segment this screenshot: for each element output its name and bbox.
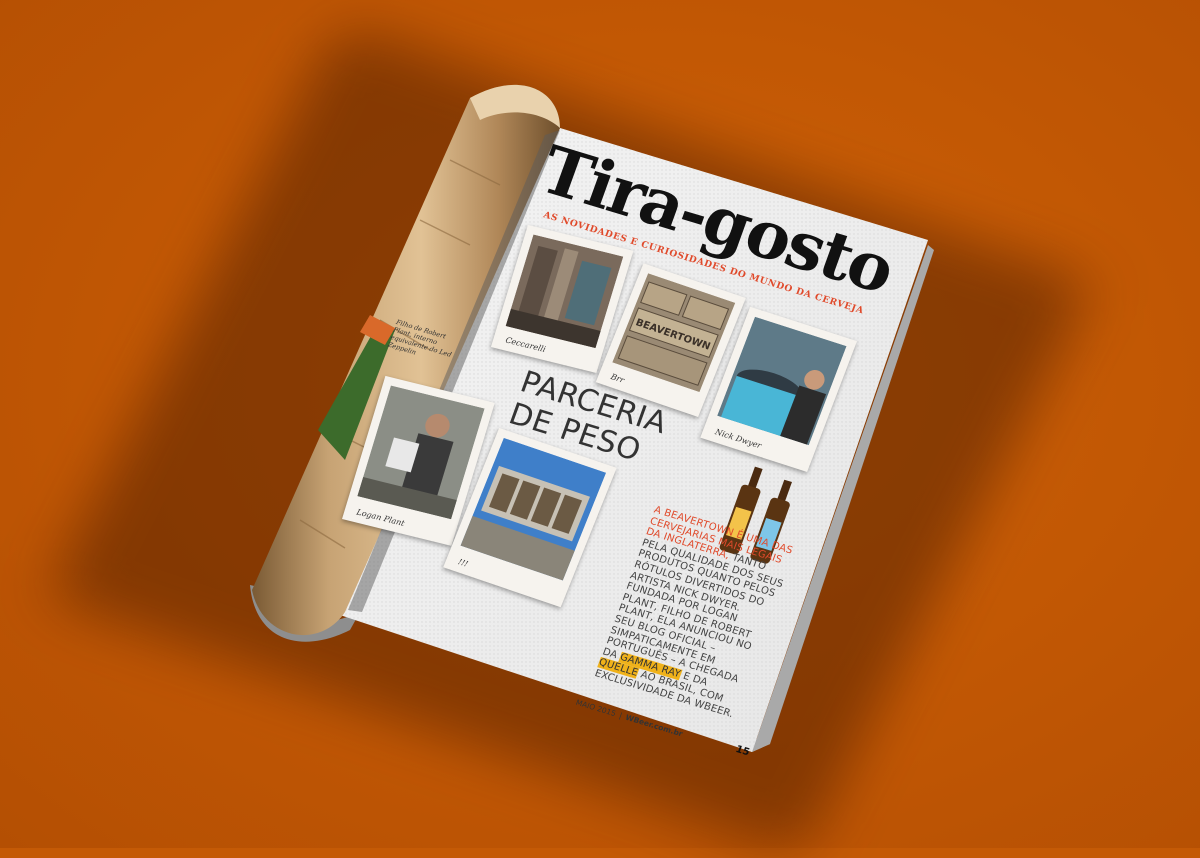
signature: Brr xyxy=(609,372,626,385)
truck-photo xyxy=(460,437,607,581)
beavertown-crates-photo: BEAVERTOWN xyxy=(612,273,736,393)
signature: !!! xyxy=(456,557,470,569)
brewery-interior-photo xyxy=(505,234,624,349)
footer-site: WBeer.com.br xyxy=(624,712,684,739)
signature: Nick Dwyer xyxy=(713,427,763,451)
signature: Ceccarelli xyxy=(504,335,547,354)
footer-date: MAIO 2015 xyxy=(574,697,618,719)
brewer-tank-photo xyxy=(717,316,847,446)
logan-plant-photo xyxy=(357,385,485,520)
